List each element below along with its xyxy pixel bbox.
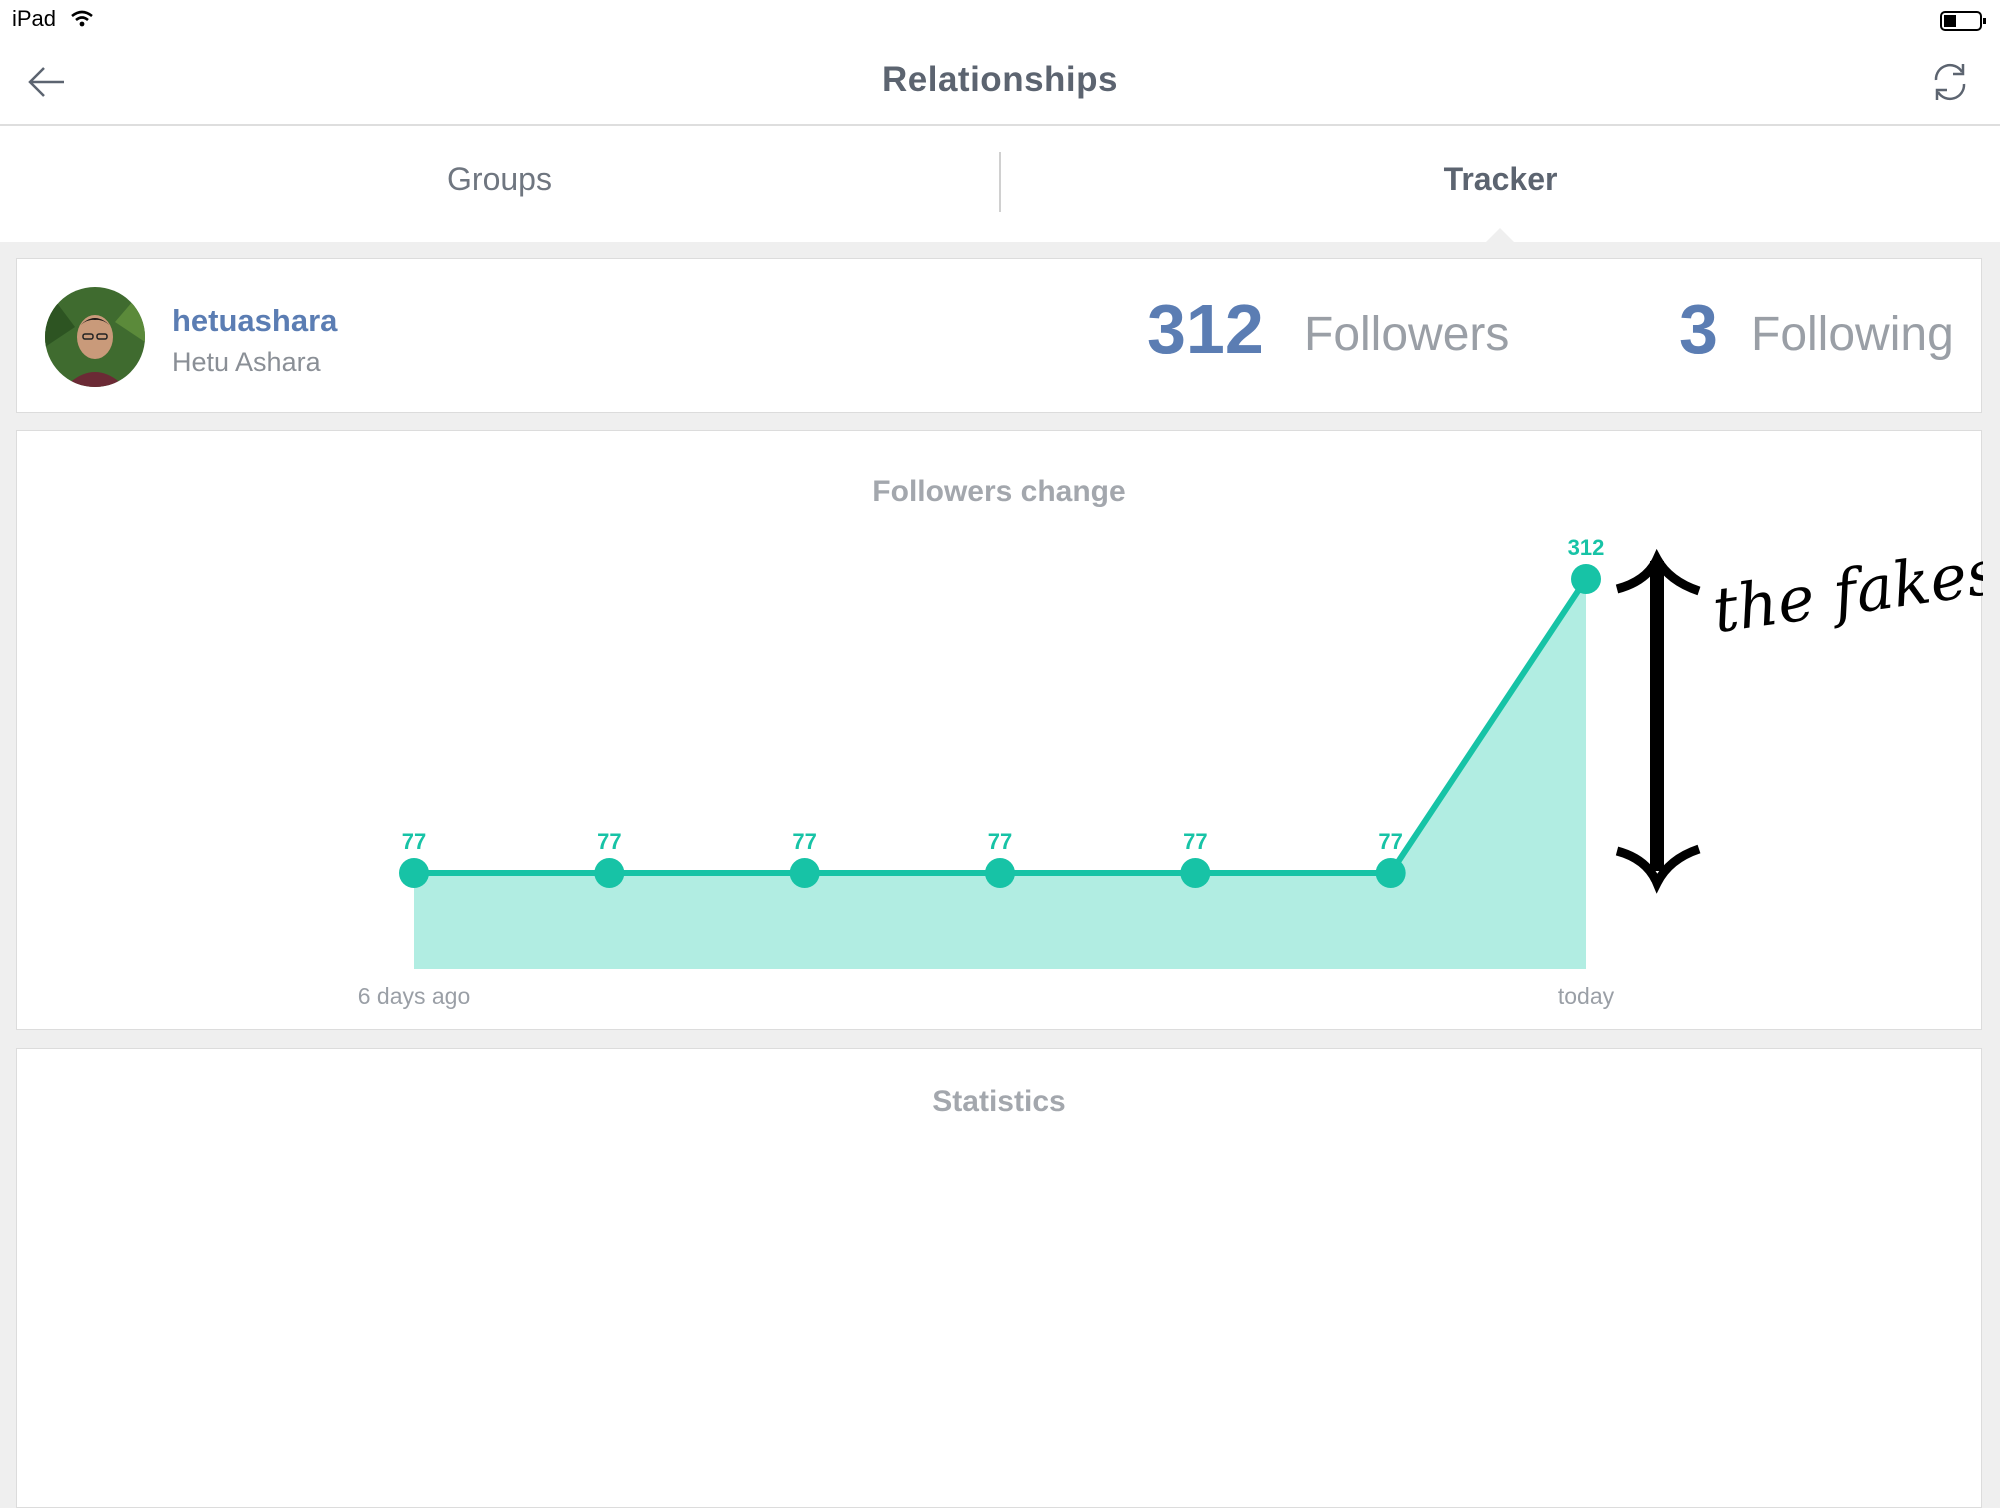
annotation-arrow (1615, 548, 1701, 894)
active-tab-pointer (1486, 228, 1514, 242)
x-tick-label: today (1558, 983, 1615, 1009)
tab-tracker[interactable]: Tracker (1001, 126, 2000, 242)
profile-card: hetuashara Hetu Ashara 312 Followers 3 F… (16, 258, 1982, 413)
statistics-title: Statistics (932, 1085, 1066, 1118)
followers-label[interactable]: Followers (1304, 307, 1509, 362)
full-name: Hetu Ashara (172, 347, 321, 377)
data-point[interactable] (1375, 858, 1406, 888)
username[interactable]: hetuashara (172, 303, 337, 339)
data-label: 312 (1568, 535, 1605, 560)
statistics-card: Statistics (16, 1048, 1982, 1508)
wifi-icon (71, 10, 93, 27)
data-label: 77 (988, 829, 1012, 854)
profile-photo (45, 287, 145, 387)
annotation-text: the fakes (1708, 535, 1983, 647)
chart-area-fill (414, 579, 1586, 969)
data-label: 77 (792, 829, 816, 854)
segment-control: Groups Tracker (0, 126, 2000, 242)
followers-count[interactable]: 312 (1147, 289, 1264, 369)
data-point[interactable] (789, 858, 820, 888)
data-point[interactable] (594, 858, 625, 888)
following-label[interactable]: Following (1751, 307, 1954, 362)
avatar[interactable] (45, 287, 145, 387)
refresh-icon (1934, 63, 1966, 101)
page-title: Relationships (882, 60, 1118, 99)
device-name: iPad (12, 6, 57, 31)
x-tick-label: 6 days ago (358, 983, 471, 1009)
followers-chart: 77 77 77 77 77 77 312 6 days ago today the fake… (358, 535, 1983, 1009)
following-count[interactable]: 3 (1679, 289, 1718, 369)
data-point[interactable] (1180, 858, 1211, 888)
data-label: 77 (402, 829, 426, 854)
tab-groups[interactable]: Groups (0, 126, 999, 242)
data-label: 77 (1378, 829, 1402, 854)
followers-change-card: Followers change 77 77 77 77 77 77 312 6 days … (16, 430, 1983, 1030)
status-bar: iPad (0, 0, 2000, 40)
data-label: 77 (597, 829, 621, 854)
data-point[interactable] (1571, 564, 1601, 594)
data-point[interactable] (399, 858, 429, 888)
data-label: 77 (1183, 829, 1207, 854)
navigation-bar: Relationships (0, 40, 2000, 126)
refresh-button[interactable] (1926, 58, 1974, 106)
battery-icon (1940, 11, 1986, 31)
data-point[interactable] (985, 858, 1015, 888)
